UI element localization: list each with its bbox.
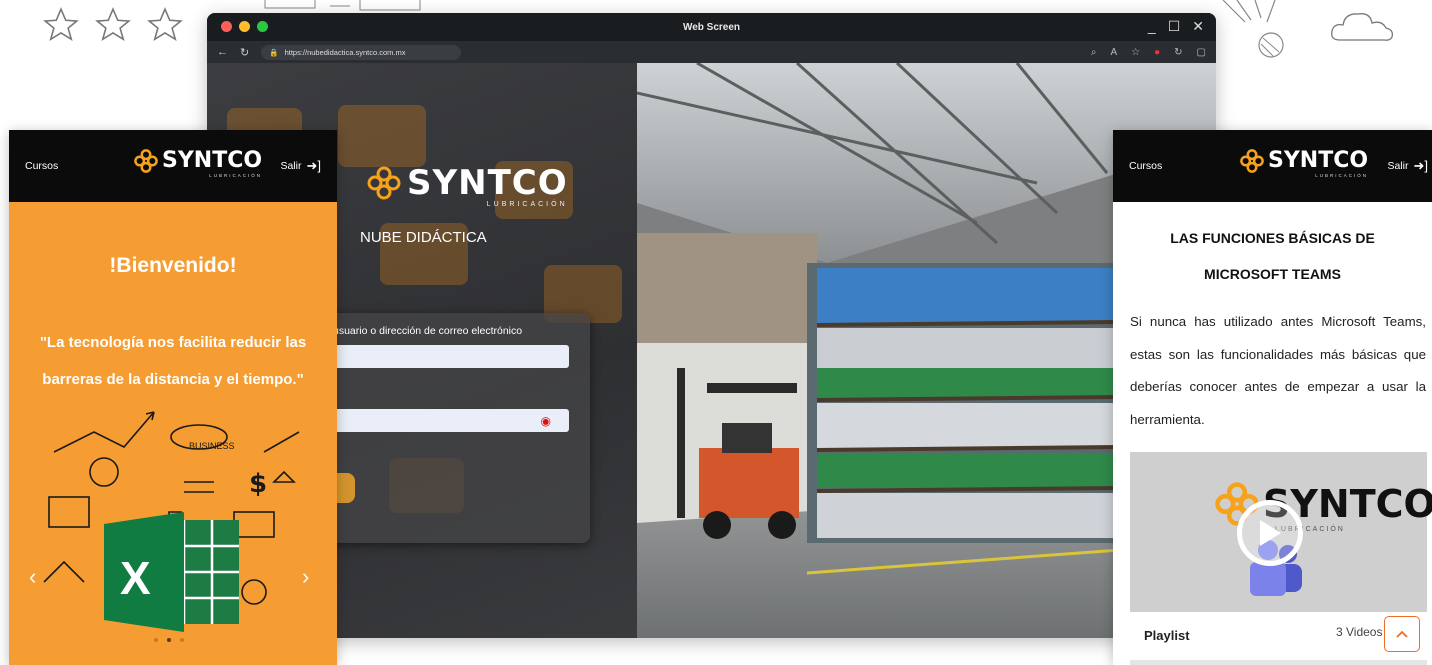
syntco-logo: SYNTCO LUBRICACIÓN — [1240, 148, 1368, 178]
close-window-button[interactable] — [221, 21, 232, 32]
lock-icon: 🔒 — [269, 47, 279, 57]
maximize-icon[interactable]: ☐ — [1168, 18, 1181, 35]
welcome-quote: "La tecnología nos facilita reducir las … — [39, 334, 307, 388]
courses-link[interactable]: Cursos — [1129, 160, 1162, 172]
extension-icon[interactable]: ● — [1154, 47, 1160, 58]
star-icon — [95, 7, 131, 41]
mobile-welcome-screen: Cursos SYNTCO LUBRICACIÓN Salir ➜] !Bien… — [9, 130, 337, 665]
favorite-icon[interactable]: ☆ — [1131, 47, 1140, 58]
sign-out-icon: ➜] — [1413, 158, 1428, 173]
site-title: NUBE DIDÁCTICA — [360, 229, 487, 246]
welcome-slide: !Bienvenido! "La tecnología nos facilita… — [9, 202, 337, 665]
logout-label: Salir — [1387, 160, 1409, 172]
mobile-header: Cursos SYNTCO LUBRICACIÓN Salir ➜] — [1113, 130, 1432, 202]
user-group-icon — [338, 105, 426, 167]
window-controls: _ ☐ ✕ — [1148, 18, 1204, 35]
browser-titlebar: Web Screen _ ☐ ✕ — [207, 13, 1216, 41]
browser-window: Web Screen _ ☐ ✕ ← ↻ 🔒 https://nubedidac… — [207, 13, 1216, 638]
videos-count: 3 Videos — [1336, 625, 1383, 639]
play-icon — [1260, 520, 1281, 546]
eye-icon[interactable]: ◉ — [541, 414, 551, 428]
playlist-bar — [1130, 660, 1427, 665]
brand-name: SYNTCO — [407, 163, 568, 203]
course-title: LAS FUNCIONES BÁSICAS DE MICROSOFT TEAMS — [1113, 220, 1432, 292]
sign-out-icon: ➜] — [306, 158, 321, 173]
syntco-logo: SYNTCO LUBRICACIÓN — [367, 163, 568, 208]
logout-link[interactable]: Salir ➜] — [1387, 158, 1428, 174]
back-icon[interactable]: ← — [217, 46, 228, 58]
svg-text:BUSINESS: BUSINESS — [189, 441, 235, 451]
browser-toolbar: ⌕ A ☆ ● ↻ ▢ — [1091, 47, 1206, 58]
courses-link[interactable]: Cursos — [25, 160, 58, 172]
reload-icon[interactable]: ↻ — [240, 46, 249, 59]
carousel-dot[interactable] — [167, 638, 171, 642]
traffic-lights — [221, 21, 268, 32]
minimize-icon[interactable]: _ — [1148, 18, 1156, 35]
browser-viewport: SYNTCO LUBRICACIÓN NUBE DIDÁCTICA usuari… — [207, 63, 1216, 638]
url-field[interactable]: 🔒 https://nubedidactica.syntco.com.mx — [261, 44, 462, 60]
close-icon[interactable]: ✕ — [1192, 18, 1204, 35]
play-button[interactable] — [1237, 500, 1303, 566]
brand-name: SYNTCO — [1268, 148, 1369, 173]
welcome-heading: !Bienvenido! — [109, 254, 237, 277]
flower-logo-icon — [134, 148, 158, 173]
scroll-to-top-button[interactable] — [1384, 616, 1420, 652]
brand-name: SYNTCO — [162, 148, 263, 173]
sketch-doodle — [264, 0, 421, 11]
password-input[interactable]: ◉ — [331, 409, 569, 432]
sketch-doodle — [1222, 0, 1284, 58]
brand-subtitle: LUBRICACIÓN — [209, 173, 263, 178]
split-view-icon[interactable]: ▢ — [1197, 47, 1206, 58]
address-bar: ← ↻ 🔒 https://nubedidactica.syntco.com.m… — [207, 41, 1216, 63]
carousel-next-button[interactable]: › — [302, 564, 309, 590]
mobile-course-screen: Cursos SYNTCO LUBRICACIÓN Salir ➜] LAS F… — [1113, 130, 1432, 665]
carousel-prev-button[interactable]: ‹ — [29, 564, 36, 590]
video-player[interactable]: SYNTCO LUBRICACIÓN — [1130, 452, 1432, 612]
playlist-label: Playlist — [1144, 628, 1190, 643]
course-description: Si nunca has utilizado antes Microsoft T… — [1130, 314, 1426, 427]
stars-doodle — [42, 6, 184, 44]
svg-text:X: X — [120, 552, 151, 604]
carousel-dot[interactable] — [154, 638, 158, 642]
logout-link[interactable]: Salir ➜] — [280, 158, 321, 174]
minimize-window-button[interactable] — [239, 21, 250, 32]
syntco-logo: SYNTCO LUBRICACIÓN — [134, 148, 262, 178]
read-aloud-icon[interactable]: A — [1110, 47, 1117, 58]
zoom-window-button[interactable] — [257, 21, 268, 32]
username-label: usuario o dirección de correo electrónic… — [333, 325, 523, 337]
search-icon[interactable]: ⌕ — [1091, 47, 1097, 58]
window-title: Web Screen — [682, 21, 741, 33]
star-icon — [147, 7, 183, 41]
url-text: https://nubedidactica.syntco.com.mx — [284, 47, 406, 57]
marketing-collage: Web Screen _ ☐ ✕ ← ↻ 🔒 https://nubedidac… — [0, 0, 1432, 665]
chevron-up-icon — [1396, 630, 1408, 638]
username-input[interactable] — [331, 345, 569, 368]
star-icon — [43, 7, 79, 41]
carousel-dots — [154, 638, 184, 642]
carousel-dot[interactable] — [180, 638, 184, 642]
course-title-line2: MICROSOFT TEAMS — [1204, 266, 1341, 282]
brand-subtitle: LUBRICACIÓN — [1315, 173, 1369, 178]
flower-logo-icon — [367, 166, 401, 200]
svg-text:$: $ — [249, 469, 267, 499]
course-title-line1: LAS FUNCIONES BÁSICAS DE — [1170, 230, 1375, 246]
cloud-icon — [1331, 13, 1394, 41]
excel-icon: X — [104, 512, 239, 632]
mobile-header: Cursos SYNTCO LUBRICACIÓN Salir ➜] — [9, 130, 337, 202]
refresh-icon[interactable]: ↻ — [1174, 47, 1182, 58]
logout-label: Salir — [280, 160, 302, 172]
flower-logo-icon — [1240, 148, 1264, 173]
